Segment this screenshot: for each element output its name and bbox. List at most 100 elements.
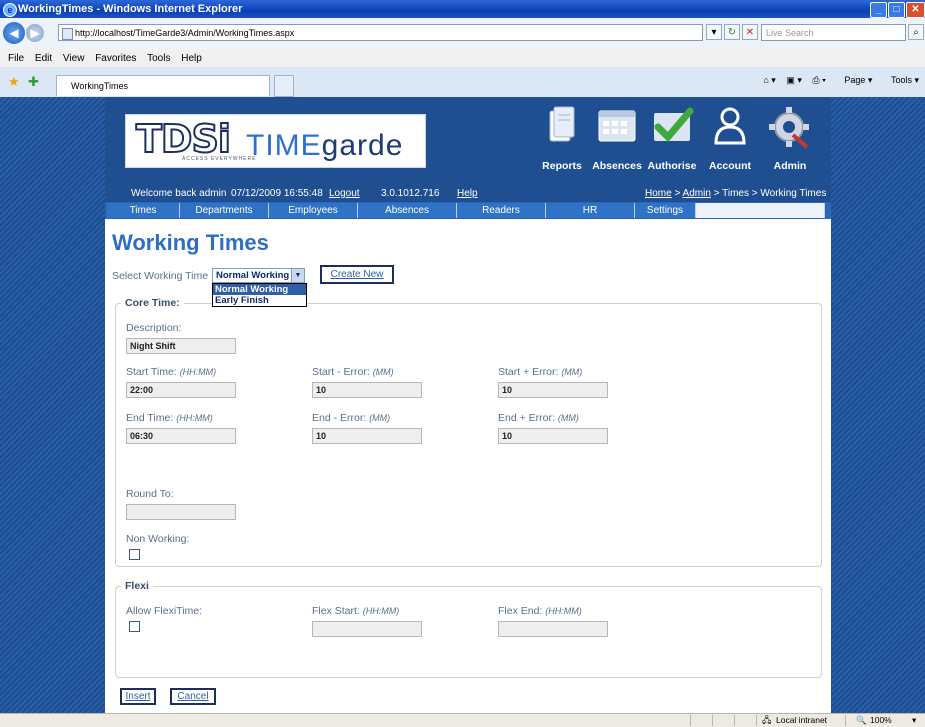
tools-menu[interactable]: Tools ▾: [883, 75, 919, 85]
tab-bar: ★ ✚ WorkingTimes ⌂ ▾ ▣ ▾ ⎙ ▾ Page ▾ Tool…: [0, 67, 925, 98]
tab-times[interactable]: Times: [107, 203, 180, 218]
tab-settings[interactable]: Settings: [635, 203, 696, 218]
web-viewport: TDSi ACCESS EVERYWHERE TIMEgarde Reports…: [0, 97, 925, 713]
start-time-input[interactable]: 22:00: [126, 382, 236, 398]
flex-end-input[interactable]: [498, 621, 608, 637]
page-title: Working Times: [112, 230, 269, 255]
menu-file[interactable]: File: [8, 53, 24, 64]
tdsi-logo[interactable]: TDSi ACCESS EVERYWHERE TIMEgarde: [125, 114, 426, 168]
logout-link[interactable]: Logout: [329, 185, 360, 202]
intranet-icon: 🖧: [762, 715, 772, 725]
page-menu[interactable]: Page ▾: [836, 75, 872, 85]
logo-timegarde: TIMEgarde: [246, 129, 404, 162]
menu-tools[interactable]: Tools: [147, 53, 170, 64]
end-plus-error-input[interactable]: 10: [498, 428, 608, 444]
breadcrumb-home[interactable]: Home: [645, 188, 672, 199]
url-input[interactable]: http://localhost/TimeGarde3/Admin/Workin…: [58, 24, 703, 41]
tab-employees[interactable]: Employees: [269, 203, 358, 218]
close-button[interactable]: ✕: [906, 2, 925, 18]
flex-start-input[interactable]: [312, 621, 422, 637]
allow-flexitime-label: Allow FlexiTime:: [126, 605, 203, 617]
section-tabs: Times Departments Employees Absences Rea…: [105, 202, 831, 219]
welcome-text: Welcome back admin: [131, 188, 227, 199]
round-to-input[interactable]: [126, 504, 236, 520]
zoom-level[interactable]: 100%: [870, 714, 892, 727]
option-normal-working[interactable]: Normal Working: [213, 284, 306, 295]
current-datetime: 07/12/2009 16:55:48: [231, 188, 323, 199]
command-bar: ⌂ ▾ ▣ ▾ ⎙ ▾ Page ▾ Tools ▾: [755, 75, 919, 86]
search-icon[interactable]: ⌕: [908, 24, 924, 40]
tab-hr[interactable]: HR: [546, 203, 635, 218]
end-time-input[interactable]: 06:30: [126, 428, 236, 444]
version-text: 3.0.1012.716: [381, 188, 440, 199]
tab-title: WorkingTimes: [71, 81, 129, 91]
maximize-button[interactable]: □: [888, 2, 905, 18]
tab-readers[interactable]: Readers: [457, 203, 546, 218]
ie-icon: e: [3, 3, 17, 17]
insert-button[interactable]: Insert: [120, 688, 156, 705]
absences-calendar-icon[interactable]: [595, 105, 639, 149]
end-minus-error-input[interactable]: 10: [312, 428, 422, 444]
flex-start-label: Flex Start: (HH:MM): [312, 605, 400, 617]
start-minus-error-input[interactable]: 10: [312, 382, 422, 398]
cancel-button[interactable]: Cancel: [170, 688, 216, 705]
zoom-icon[interactable]: 🔍: [856, 714, 867, 727]
reports-icon[interactable]: [540, 105, 584, 149]
breadcrumb-rest: > Times > Working Times: [713, 188, 827, 199]
create-new-button[interactable]: Create New: [320, 265, 394, 284]
minimize-button[interactable]: _: [870, 2, 887, 18]
window-title: WorkingTimes - Windows Internet Explorer: [18, 3, 243, 15]
start-time-label: Start Time: (HH:MM): [126, 366, 217, 378]
url-dropdown-button[interactable]: ▾: [706, 24, 722, 40]
status-bar: 🖧 Local intranet 🔍 100% ▾: [0, 713, 925, 727]
breadcrumb: Home > Admin > Times > Working Times: [645, 188, 827, 199]
window-titlebar: e WorkingTimes - Windows Internet Explor…: [0, 0, 925, 18]
select-working-time-label: Select Working Time: [112, 270, 209, 282]
flexi-legend: Flexi: [121, 580, 153, 592]
new-tab-button[interactable]: [274, 75, 294, 97]
favorites-star-icon[interactable]: ★: [8, 74, 20, 90]
tab-empty: [696, 203, 825, 218]
select-value: Normal Working: [216, 270, 290, 281]
flex-end-label: Flex End: (HH:MM): [498, 605, 582, 617]
working-time-dropdown: Normal Working Early Finish: [212, 283, 307, 307]
end-time-label: End Time: (HH:MM): [126, 412, 213, 424]
start-plus-error-input[interactable]: 10: [498, 382, 608, 398]
zoom-dropdown-icon[interactable]: ▾: [912, 714, 916, 727]
core-time-legend: Core Time:: [121, 297, 184, 309]
nav-admin[interactable]: Admin: [755, 160, 825, 172]
account-user-icon[interactable]: [708, 105, 752, 149]
back-button[interactable]: ◀: [3, 22, 25, 44]
option-early-finish[interactable]: Early Finish: [213, 295, 306, 306]
breadcrumb-admin[interactable]: Admin: [683, 188, 711, 199]
menu-help[interactable]: Help: [181, 53, 202, 64]
tab-departments[interactable]: Departments: [180, 203, 269, 218]
description-input[interactable]: Night Shift: [126, 338, 236, 354]
add-favorites-icon[interactable]: ✚: [28, 74, 39, 90]
non-working-checkbox[interactable]: [129, 549, 140, 560]
working-time-select[interactable]: Normal Working ▼: [212, 268, 305, 283]
chevron-down-icon[interactable]: ▼: [291, 269, 304, 282]
tab-absences[interactable]: Absences: [358, 203, 457, 218]
feeds-icon[interactable]: ▣ ▾: [786, 75, 802, 85]
browser-tab[interactable]: WorkingTimes: [56, 75, 270, 96]
admin-gear-icon[interactable]: [767, 105, 811, 149]
flexi-fieldset: [115, 586, 822, 678]
print-icon[interactable]: ⎙ ▾: [812, 75, 825, 85]
welcome-bar: Welcome back admin 07/12/2009 16:55:48 L…: [105, 185, 831, 202]
stop-button[interactable]: ✕: [742, 24, 758, 40]
allow-flexitime-checkbox[interactable]: [129, 621, 140, 632]
search-input[interactable]: Live Search: [761, 24, 906, 41]
non-working-label: Non Working:: [126, 533, 190, 545]
menu-favorites[interactable]: Favorites: [95, 53, 136, 64]
help-link[interactable]: Help: [457, 185, 478, 202]
page-icon: [62, 28, 73, 40]
forward-button[interactable]: ▶: [26, 24, 44, 42]
authorise-check-icon[interactable]: [650, 105, 694, 149]
address-bar: ◀ ▶ http://localhost/TimeGarde3/Admin/Wo…: [0, 18, 925, 51]
zone-text: Local intranet: [776, 715, 828, 725]
menu-edit[interactable]: Edit: [35, 53, 52, 64]
refresh-button[interactable]: ↻: [724, 24, 740, 40]
home-icon[interactable]: ⌂ ▾: [763, 75, 775, 85]
menu-view[interactable]: View: [63, 53, 85, 64]
